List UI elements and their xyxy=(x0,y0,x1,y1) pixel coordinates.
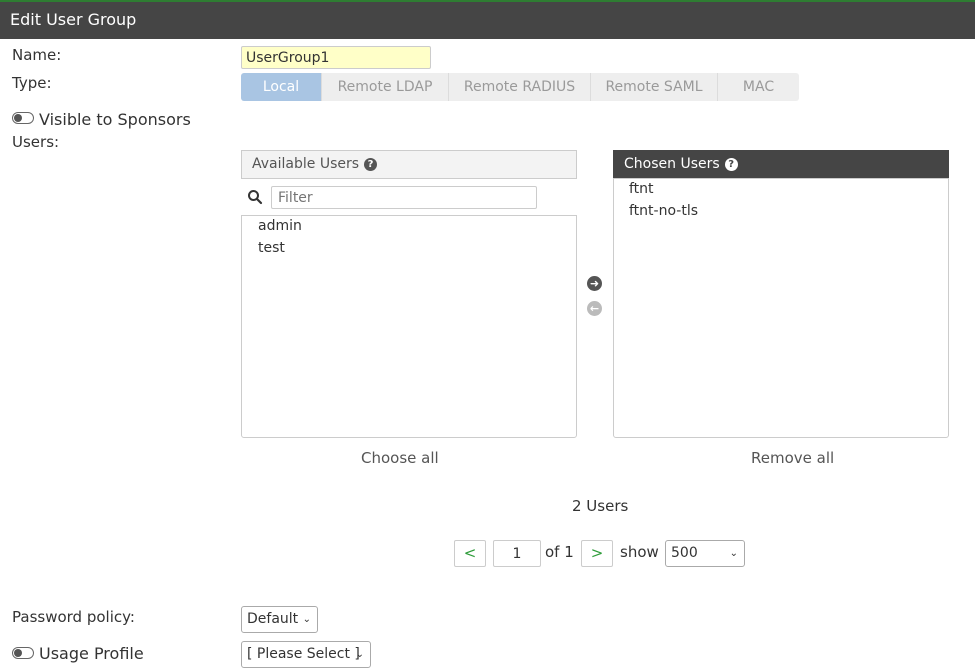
title-bar: Edit User Group xyxy=(0,0,975,39)
chosen-users-title: Chosen Users xyxy=(624,156,720,172)
name-input[interactable] xyxy=(241,46,431,69)
visible-to-sponsors-label: Visible to Sponsors xyxy=(39,110,191,129)
visible-to-sponsors-toggle[interactable] xyxy=(12,112,34,124)
type-option-remote-radius[interactable]: Remote RADIUS xyxy=(449,73,591,101)
dialog-title: Edit User Group xyxy=(10,10,137,29)
move-left-arrow-icon[interactable]: ← xyxy=(587,301,602,316)
password-policy-select[interactable]: Default ⌄ xyxy=(241,606,318,633)
page-size-select[interactable]: 500 ⌄ xyxy=(665,540,745,567)
page-number-input[interactable] xyxy=(493,540,541,567)
show-label: show xyxy=(620,543,659,561)
list-item[interactable]: ftnt-no-tls xyxy=(629,203,698,219)
list-item[interactable]: test xyxy=(258,240,285,256)
chevron-down-icon: ⌄ xyxy=(729,548,738,559)
type-option-mac[interactable]: MAC xyxy=(718,73,799,101)
help-icon[interactable]: ? xyxy=(364,157,378,171)
list-item[interactable]: admin xyxy=(258,218,302,234)
usage-profile-label: Usage Profile xyxy=(39,644,144,663)
type-label: Type: xyxy=(12,74,52,92)
toggle-knob xyxy=(14,649,22,657)
next-page-button[interactable]: > xyxy=(581,540,613,567)
chosen-users-list: ftnt ftnt-no-tls xyxy=(613,178,949,438)
name-label: Name: xyxy=(12,46,62,64)
choose-all-link[interactable]: Choose all xyxy=(361,449,439,467)
type-option-remote-saml[interactable]: Remote SAML xyxy=(591,73,718,101)
type-option-remote-ldap[interactable]: Remote LDAP xyxy=(322,73,449,101)
usage-profile-select[interactable]: [ Please Select ] ⌄ xyxy=(241,641,371,668)
available-users-title: Available Users xyxy=(252,156,360,172)
filter-input[interactable] xyxy=(271,186,537,209)
users-label: Users: xyxy=(12,133,60,151)
list-item[interactable]: ftnt xyxy=(629,181,654,197)
type-option-local[interactable]: Local xyxy=(241,73,322,101)
page-size-value: 500 xyxy=(671,545,698,561)
toggle-knob xyxy=(14,114,22,122)
password-policy-value: Default xyxy=(247,611,299,627)
move-right-arrow-icon[interactable]: ➜ xyxy=(587,276,602,291)
chevron-down-icon: ⌄ xyxy=(302,614,311,625)
help-icon[interactable]: ? xyxy=(724,157,738,171)
search-icon xyxy=(248,190,263,205)
usage-profile-toggle[interactable] xyxy=(12,647,34,659)
available-users-list: admin test xyxy=(241,215,577,438)
chosen-users-header: Chosen Users? xyxy=(613,150,949,179)
available-users-header: Available Users? xyxy=(241,150,577,179)
prev-page-button[interactable]: < xyxy=(454,540,486,567)
password-policy-label: Password policy: xyxy=(12,608,135,626)
usage-profile-value: [ Please Select ] xyxy=(247,646,360,662)
remove-all-link[interactable]: Remove all xyxy=(751,449,834,467)
page-of-text: of 1 xyxy=(545,543,574,561)
chevron-down-icon: ⌄ xyxy=(355,649,364,660)
user-count: 2 Users xyxy=(572,497,629,515)
